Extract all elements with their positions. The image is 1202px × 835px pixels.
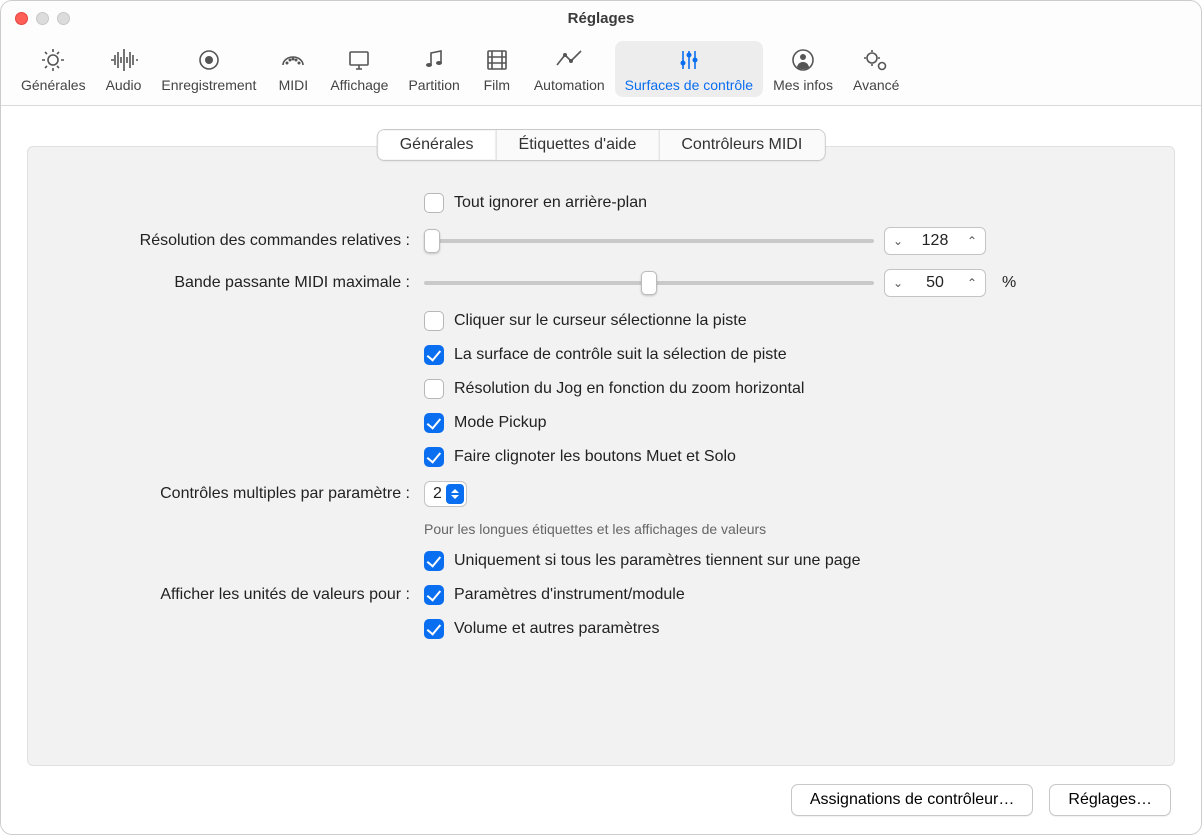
sliders-icon (672, 45, 706, 75)
relative-resolution-slider[interactable] (424, 231, 874, 251)
jog-resolution-checkbox[interactable] (424, 379, 444, 399)
toolbar-recording[interactable]: Enregistrement (151, 41, 266, 97)
show-units-label: Afficher les unités de valeurs pour : (54, 586, 414, 604)
only-if-fit-checkbox[interactable] (424, 551, 444, 571)
toolbar-label: Enregistrement (161, 77, 256, 93)
click-fader-label: Cliquer sur le curseur sélectionne la pi… (454, 312, 747, 330)
titlebar: Réglages (1, 1, 1201, 35)
midi-bandwidth-slider[interactable] (424, 273, 874, 293)
record-icon (192, 45, 226, 75)
tab-midi-controllers[interactable]: Contrôleurs MIDI (659, 130, 824, 160)
toolbar-audio[interactable]: Audio (96, 41, 152, 97)
units-instrument-label: Paramètres d'instrument/module (454, 586, 685, 604)
multiple-controls-value: 2 (433, 485, 442, 503)
tab-general[interactable]: Générales (378, 130, 497, 160)
multiple-controls-popup[interactable]: 2 (424, 481, 467, 507)
toolbar-label: Générales (21, 77, 86, 93)
toolbar-movie[interactable]: Film (470, 41, 524, 97)
gear-icon (36, 45, 70, 75)
stepper-up-icon[interactable]: ⌃ (959, 228, 985, 254)
toolbar-label: Audio (106, 77, 142, 93)
midi-icon (276, 45, 310, 75)
film-icon (480, 45, 514, 75)
units-instrument-checkbox[interactable] (424, 585, 444, 605)
relative-resolution-value: 128 (911, 232, 959, 250)
units-volume-label: Volume et autres paramètres (454, 620, 659, 638)
settings-panel: Générales Étiquettes d'aide Contrôleurs … (27, 146, 1175, 766)
units-volume-checkbox[interactable] (424, 619, 444, 639)
notes-icon (417, 45, 451, 75)
relative-resolution-stepper[interactable]: ⌄ 128 ⌃ (884, 227, 986, 255)
settings-window: Réglages Générales Audio Enregistrement … (0, 0, 1202, 835)
toolbar-general[interactable]: Générales (11, 41, 96, 97)
multiple-controls-note: Pour les longues étiquettes et les affic… (424, 521, 1148, 537)
tab-help-tags[interactable]: Étiquettes d'aide (497, 130, 660, 160)
flash-mute-solo-checkbox[interactable] (424, 447, 444, 467)
tab-segmented-control: Générales Étiquettes d'aide Contrôleurs … (377, 129, 826, 161)
follow-selection-label: La surface de contrôle suit la sélection… (454, 346, 787, 364)
toolbar-label: Partition (408, 77, 459, 93)
bypass-background-checkbox[interactable] (424, 193, 444, 213)
window-title: Réglages (1, 10, 1201, 27)
relative-resolution-label: Résolution des commandes relatives : (54, 232, 414, 250)
gears-icon (859, 45, 893, 75)
toolbar-label: Affichage (330, 77, 388, 93)
pickup-mode-label: Mode Pickup (454, 414, 547, 432)
midi-bandwidth-label: Bande passante MIDI maximale : (54, 274, 414, 292)
midi-bandwidth-value: 50 (911, 274, 959, 292)
stepper-down-icon[interactable]: ⌄ (885, 270, 911, 296)
toolbar-label: MIDI (279, 77, 309, 93)
controller-assignments-button[interactable]: Assignations de contrôleur… (791, 784, 1034, 816)
toolbar-score[interactable]: Partition (398, 41, 469, 97)
person-icon (786, 45, 820, 75)
toolbar-midi[interactable]: MIDI (266, 41, 320, 97)
popup-arrows-icon (446, 484, 464, 504)
toolbar-label: Avancé (853, 77, 899, 93)
toolbar-my-info[interactable]: Mes infos (763, 41, 843, 97)
stepper-down-icon[interactable]: ⌄ (885, 228, 911, 254)
flash-mute-solo-label: Faire clignoter les boutons Muet et Solo (454, 448, 736, 466)
only-if-fit-label: Uniquement si tous les paramètres tienne… (454, 552, 860, 570)
toolbar-label: Mes infos (773, 77, 833, 93)
follow-selection-checkbox[interactable] (424, 345, 444, 365)
settings-form: Tout ignorer en arrière-plan Résolution … (54, 193, 1148, 639)
bottom-button-bar: Assignations de contrôleur… Réglages… (27, 766, 1175, 816)
jog-resolution-label: Résolution du Jog en fonction du zoom ho… (454, 380, 804, 398)
toolbar-label: Automation (534, 77, 605, 93)
bypass-background-label: Tout ignorer en arrière-plan (454, 194, 647, 212)
multiple-controls-label: Contrôles multiples par paramètre : (54, 485, 414, 503)
pickup-mode-checkbox[interactable] (424, 413, 444, 433)
setup-button[interactable]: Réglages… (1049, 784, 1171, 816)
monitor-icon (342, 45, 376, 75)
toolbar-display[interactable]: Affichage (320, 41, 398, 97)
automation-icon (552, 45, 586, 75)
toolbar-automation[interactable]: Automation (524, 41, 615, 97)
preferences-toolbar: Générales Audio Enregistrement MIDI Affi… (1, 35, 1201, 106)
midi-bandwidth-stepper[interactable]: ⌄ 50 ⌃ (884, 269, 986, 297)
click-fader-checkbox[interactable] (424, 311, 444, 331)
stepper-up-icon[interactable]: ⌃ (959, 270, 985, 296)
toolbar-label: Surfaces de contrôle (625, 77, 753, 93)
toolbar-control-surfaces[interactable]: Surfaces de contrôle (615, 41, 763, 97)
toolbar-advanced[interactable]: Avancé (843, 41, 909, 97)
toolbar-label: Film (484, 77, 510, 93)
midi-bandwidth-unit: % (1002, 274, 1016, 292)
content-area: Générales Étiquettes d'aide Contrôleurs … (1, 106, 1201, 834)
waveform-icon (107, 45, 141, 75)
